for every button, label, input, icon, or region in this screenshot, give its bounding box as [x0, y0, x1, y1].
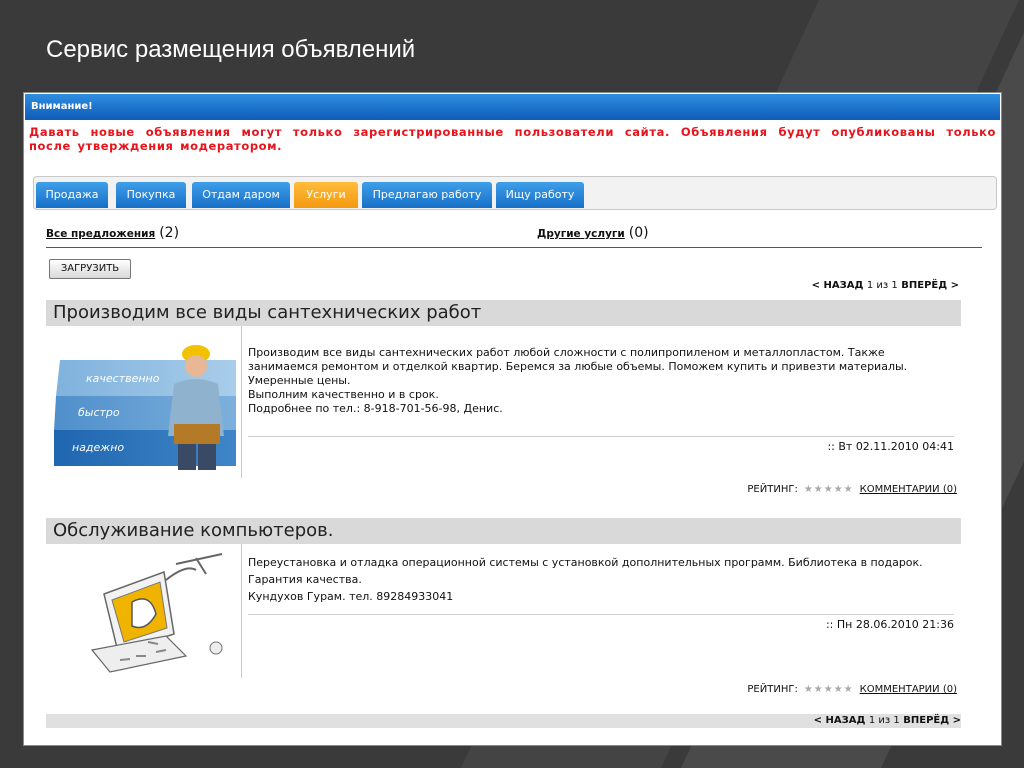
filter-other-link[interactable]: Другие услуги — [537, 228, 625, 240]
listing-image[interactable]: качественно быстро надежно — [46, 326, 242, 478]
pager-info: 1 из 1 — [866, 280, 898, 291]
description-line: Гарантия качества. — [248, 573, 362, 586]
pager-back-link[interactable]: < НАЗАД — [812, 280, 864, 291]
description-line: занимаемся ремонтом и отделкой квартир. … — [248, 360, 908, 373]
notice-header: Внимание! — [25, 94, 1000, 120]
listing-rating: РЕЙТИНГ: ★★★★★ КОММЕНТАРИИ (0) — [747, 484, 957, 495]
upload-button[interactable]: ЗАГРУЗИТЬ — [49, 259, 131, 279]
filter-other: Другие услуги (0) — [537, 225, 649, 241]
banner-word-reliable: надежно — [72, 441, 124, 454]
tab-sale[interactable]: Продажа — [36, 182, 108, 208]
comments-link[interactable]: КОММЕНТАРИИ (0) — [860, 484, 957, 495]
listing-description: Производим все виды сантехнических работ… — [248, 346, 953, 416]
tab-services[interactable]: Услуги — [294, 182, 358, 208]
listing-title[interactable]: Производим все виды сантехнических работ — [46, 300, 961, 326]
listing-body: качественно быстро надежно Производим вс… — [46, 326, 961, 500]
banner-word-fast: быстро — [78, 406, 120, 419]
pager-back-link[interactable]: < НАЗАД — [814, 715, 866, 726]
listing-body: Переустановка и отладка операционной сис… — [46, 544, 961, 700]
pager-top: < НАЗАД 1 из 1 ВПЕРЁД > — [812, 280, 959, 291]
plumber-banner-image: качественно быстро надежно — [46, 326, 241, 478]
banner-word-quality: качественно — [86, 372, 160, 385]
filter-other-count: (0) — [628, 225, 649, 241]
pager-bottom: < НАЗАД 1 из 1 ВПЕРЁД > — [814, 715, 961, 726]
description-line: Переустановка и отладка операционной сис… — [248, 556, 923, 569]
computer-repair-image — [46, 544, 241, 678]
listing-date: :: Пн 28.06.2010 21:36 — [825, 618, 954, 631]
rating-stars[interactable]: ★★★★★ — [804, 684, 854, 695]
description-line: Умеренные цены. — [248, 374, 351, 387]
listing-rating: РЕЙТИНГ: ★★★★★ КОММЕНТАРИИ (0) — [747, 684, 957, 695]
description-line: Кундухов Гурам. тел. 89284933041 — [248, 590, 454, 603]
notice-text: Давать новые объявления могут только зар… — [29, 125, 996, 153]
slide-title: Сервис размещения объявлений — [46, 36, 416, 63]
tab-offer-job[interactable]: Предлагаю работу — [362, 182, 492, 208]
listing-title[interactable]: Обслуживание компьютеров. — [46, 518, 961, 544]
filter-all: Все предложения (2) — [46, 225, 179, 241]
category-tabs: Продажа Покупка Отдам даром Услуги Предл… — [33, 176, 997, 210]
listing-separator — [248, 614, 954, 615]
description-line: Производим все виды сантехнических работ… — [248, 346, 885, 359]
listing-separator — [248, 436, 954, 437]
listing-date: :: Вт 02.11.2010 04:41 — [827, 440, 954, 453]
rating-label: РЕЙТИНГ: — [747, 684, 798, 695]
listing-card: Обслуживание компьютеров. Переустановка … — [46, 518, 961, 700]
pager-info: 1 из 1 — [868, 715, 900, 726]
description-line: Выполним качественно и в срок. — [248, 388, 439, 401]
pager-forward-link[interactable]: ВПЕРЁД > — [903, 715, 961, 726]
listing-card: Производим все виды сантехнических работ… — [46, 300, 961, 500]
filter-all-count: (2) — [159, 225, 180, 241]
tab-find-job[interactable]: Ищу работу — [496, 182, 584, 208]
filter-bar: Все предложения (2) Другие услуги (0) — [46, 223, 982, 248]
rating-stars[interactable]: ★★★★★ — [804, 484, 854, 495]
pager-forward-link[interactable]: ВПЕРЁД > — [901, 280, 959, 291]
comments-link[interactable]: КОММЕНТАРИИ (0) — [860, 684, 957, 695]
filter-all-link[interactable]: Все предложения — [46, 228, 155, 240]
tab-give-away[interactable]: Отдам даром — [192, 182, 290, 208]
tab-buy[interactable]: Покупка — [116, 182, 186, 208]
listing-description: Переустановка и отладка операционной сис… — [248, 554, 953, 605]
rating-label: РЕЙТИНГ: — [747, 484, 798, 495]
listing-image[interactable] — [46, 544, 242, 678]
browser-frame: Внимание! Давать новые объявления могут … — [23, 92, 1002, 746]
description-line: Подробнее по тел.: 8-918-701-56-98, Дени… — [248, 402, 503, 415]
